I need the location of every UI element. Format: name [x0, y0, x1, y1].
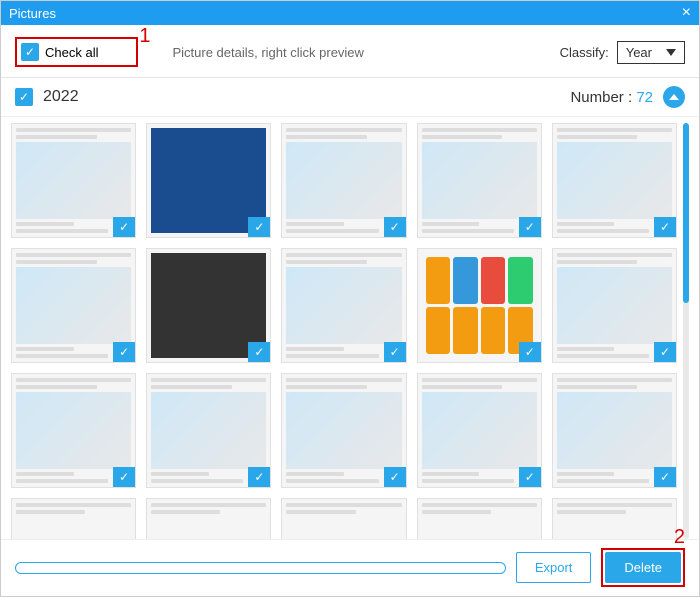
thumb-check-icon[interactable]: ✓ — [113, 217, 135, 237]
thumbnail[interactable]: ✓ — [281, 123, 406, 238]
thumb-check-icon[interactable]: ✓ — [113, 342, 135, 362]
thumb-check-icon[interactable]: ✓ — [113, 467, 135, 487]
thumb-check-icon[interactable]: ✓ — [654, 217, 676, 237]
classify-wrap: Classify: Year — [560, 41, 685, 64]
thumb-check-icon[interactable]: ✓ — [248, 342, 270, 362]
section-year: 2022 — [43, 88, 79, 106]
check-all-label: Check all — [45, 45, 98, 60]
thumbnail[interactable] — [281, 498, 406, 539]
section-checkbox[interactable]: ✓ — [15, 88, 33, 106]
delete-button[interactable]: Delete — [605, 552, 681, 583]
chevron-up-icon — [669, 94, 679, 100]
thumbnail[interactable]: ✓ — [146, 123, 271, 238]
thumbnail[interactable]: ✓ — [552, 248, 677, 363]
annotation-1: 1 — [139, 25, 150, 48]
close-icon[interactable]: × — [682, 4, 691, 22]
bottom-bar: Export 2 Delete — [1, 539, 699, 595]
thumbnail[interactable]: ✓ — [11, 123, 136, 238]
delete-wrap: 2 Delete — [601, 548, 685, 587]
hint-text: Picture details, right click preview — [172, 45, 363, 60]
annotation-2: 2 — [674, 526, 685, 549]
section-header: ✓ 2022 Number : 72 — [1, 78, 699, 117]
chevron-down-icon — [666, 49, 676, 56]
thumbnail[interactable]: ✓ — [146, 373, 271, 488]
classify-value: Year — [626, 45, 652, 60]
thumbnail[interactable]: ✓ — [417, 373, 542, 488]
classify-select[interactable]: Year — [617, 41, 685, 64]
progress-bar — [15, 562, 506, 574]
thumb-check-icon[interactable]: ✓ — [519, 342, 541, 362]
thumb-check-icon[interactable]: ✓ — [519, 467, 541, 487]
thumbnail[interactable]: ✓ — [146, 248, 271, 363]
thumb-check-icon[interactable]: ✓ — [384, 467, 406, 487]
thumbnail[interactable] — [146, 498, 271, 539]
thumbnail[interactable]: ✓ — [417, 248, 542, 363]
number-value: 72 — [636, 89, 653, 106]
classify-label: Classify: — [560, 45, 609, 60]
check-all-wrap: ✓ Check all 1 — [15, 37, 138, 67]
thumbnail[interactable] — [11, 498, 136, 539]
scrollbar[interactable] — [683, 123, 689, 539]
thumbnail[interactable] — [417, 498, 542, 539]
thumbnail[interactable]: ✓ — [281, 248, 406, 363]
thumb-check-icon[interactable]: ✓ — [248, 467, 270, 487]
number-label: Number : — [570, 89, 632, 106]
thumb-check-icon[interactable]: ✓ — [654, 467, 676, 487]
thumb-check-icon[interactable]: ✓ — [384, 217, 406, 237]
grid-wrap: ✓ ✓ ✓ ✓ ✓ ✓ ✓ ✓ ✓ ✓ ✓ ✓ ✓ ✓ ✓ — [1, 117, 699, 539]
thumb-check-icon[interactable]: ✓ — [248, 217, 270, 237]
thumbnail[interactable]: ✓ — [11, 248, 136, 363]
number-wrap: Number : 72 — [570, 89, 653, 106]
thumb-check-icon[interactable]: ✓ — [384, 342, 406, 362]
thumb-check-icon[interactable]: ✓ — [654, 342, 676, 362]
export-button[interactable]: Export — [516, 552, 592, 583]
thumbnail[interactable]: ✓ — [552, 373, 677, 488]
thumbnail[interactable]: ✓ — [552, 123, 677, 238]
window-title: Pictures — [9, 6, 56, 21]
check-all-checkbox[interactable]: ✓ — [21, 43, 39, 61]
thumbnail[interactable]: ✓ — [11, 373, 136, 488]
titlebar: Pictures × — [1, 1, 699, 25]
thumb-check-icon[interactable]: ✓ — [519, 217, 541, 237]
thumbnail[interactable]: ✓ — [417, 123, 542, 238]
thumbnail-grid: ✓ ✓ ✓ ✓ ✓ ✓ ✓ ✓ ✓ ✓ ✓ ✓ ✓ ✓ ✓ — [11, 123, 677, 539]
collapse-button[interactable] — [663, 86, 685, 108]
thumbnail[interactable]: ✓ — [281, 373, 406, 488]
toolbar: ✓ Check all 1 Picture details, right cli… — [1, 25, 699, 78]
thumbnail[interactable] — [552, 498, 677, 539]
scrollbar-thumb[interactable] — [683, 123, 689, 303]
